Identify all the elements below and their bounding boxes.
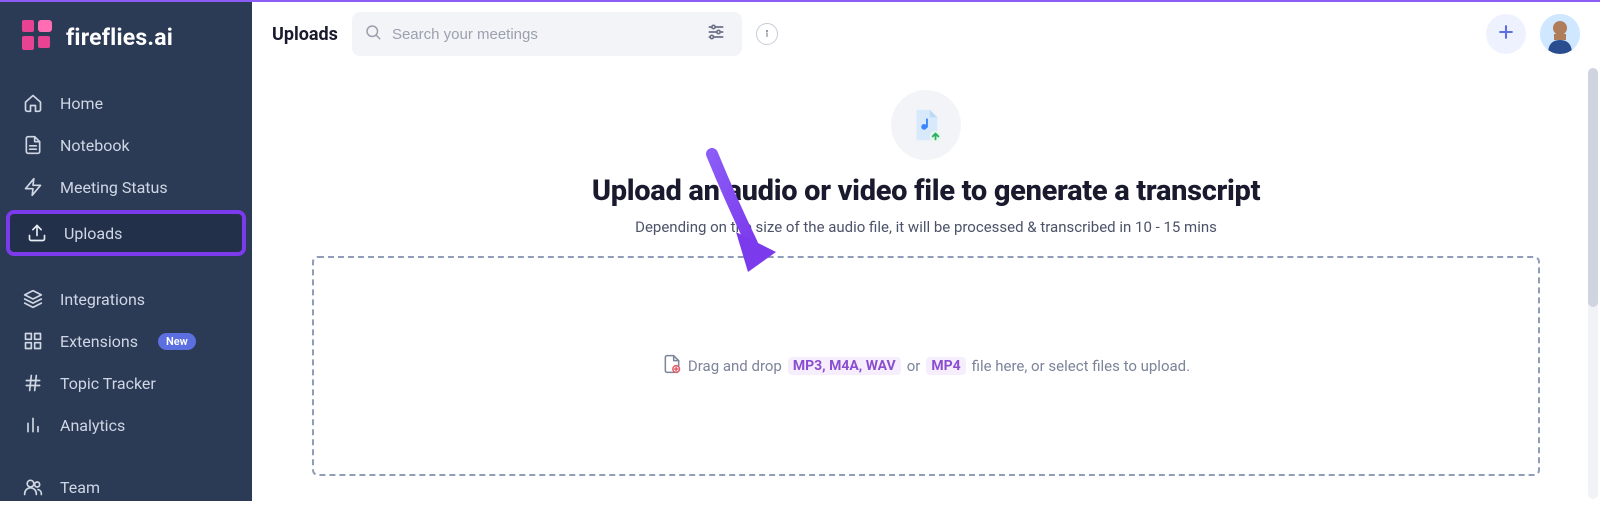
content: Upload an audio or video file to generat… — [252, 66, 1600, 501]
file-add-icon — [662, 354, 682, 378]
topbar: Uploads — [252, 2, 1600, 66]
sidebar-item-topic-tracker[interactable]: Topic Tracker — [0, 362, 252, 404]
sidebar-item-home[interactable]: Home — [0, 82, 252, 124]
sidebar-item-label: Uploads — [64, 224, 122, 243]
brand-name: fireflies.ai — [66, 24, 173, 51]
home-icon — [22, 92, 44, 114]
sidebar-item-analytics[interactable]: Analytics — [0, 404, 252, 446]
file-upload-illustration-icon — [891, 90, 961, 160]
sidebar-item-extensions[interactable]: Extensions New — [0, 320, 252, 362]
info-icon[interactable] — [756, 23, 778, 45]
upload-header: Upload an audio or video file to generat… — [312, 90, 1540, 236]
badge-new: New — [158, 333, 196, 350]
bolt-icon — [22, 176, 44, 198]
search-input[interactable] — [392, 26, 706, 43]
team-icon — [22, 476, 44, 498]
search-icon — [364, 23, 382, 45]
document-icon — [22, 134, 44, 156]
dropzone-text: Drag and drop MP3, M4A, WAV or MP4 file … — [662, 354, 1190, 378]
upload-subtitle: Depending on the size of the audio file,… — [312, 218, 1540, 236]
avatar[interactable] — [1540, 14, 1580, 54]
plus-icon — [1496, 22, 1516, 46]
format-audio: MP3, M4A, WAV — [788, 357, 901, 375]
upload-icon — [26, 222, 48, 244]
sidebar: fireflies.ai Home Notebook Meeting Statu… — [0, 2, 252, 501]
sidebar-item-label: Topic Tracker — [60, 374, 156, 393]
brand-logo-icon — [22, 18, 56, 56]
sidebar-item-label: Extensions — [60, 332, 138, 351]
sidebar-item-integrations[interactable]: Integrations — [0, 278, 252, 320]
brand[interactable]: fireflies.ai — [0, 2, 252, 74]
sidebar-item-notebook[interactable]: Notebook — [0, 124, 252, 166]
dropzone-or: or — [907, 357, 921, 375]
dropzone-prefix: Drag and drop — [688, 357, 782, 375]
sidebar-item-uploads[interactable]: Uploads — [6, 210, 246, 256]
sidebar-item-label: Notebook — [60, 136, 130, 155]
filter-sliders-icon[interactable] — [706, 22, 726, 46]
main: Uploads — [252, 2, 1600, 501]
page-title: Uploads — [272, 24, 338, 45]
scrollbar-thumb[interactable] — [1588, 68, 1598, 307]
format-video: MP4 — [926, 357, 965, 375]
hash-icon — [22, 372, 44, 394]
add-button[interactable] — [1486, 14, 1526, 54]
bars-icon — [22, 414, 44, 436]
upload-title: Upload an audio or video file to generat… — [312, 174, 1540, 208]
sidebar-item-team[interactable]: Team — [0, 466, 252, 508]
search-box[interactable] — [352, 12, 742, 56]
nav-group-secondary: Integrations Extensions New Topic Tracke… — [0, 270, 252, 446]
sidebar-item-meeting-status[interactable]: Meeting Status — [0, 166, 252, 208]
sidebar-item-label: Analytics — [60, 416, 125, 435]
upload-dropzone[interactable]: Drag and drop MP3, M4A, WAV or MP4 file … — [312, 256, 1540, 476]
grid-icon — [22, 330, 44, 352]
sidebar-item-label: Team — [60, 478, 100, 497]
layers-icon — [22, 288, 44, 310]
sidebar-item-label: Home — [60, 94, 103, 113]
sidebar-item-label: Integrations — [60, 290, 145, 309]
dropzone-suffix: file here, or select files to upload. — [972, 357, 1190, 375]
sidebar-item-label: Meeting Status — [60, 178, 168, 197]
nav-group-primary: Home Notebook Meeting Status Uploads — [0, 74, 252, 258]
